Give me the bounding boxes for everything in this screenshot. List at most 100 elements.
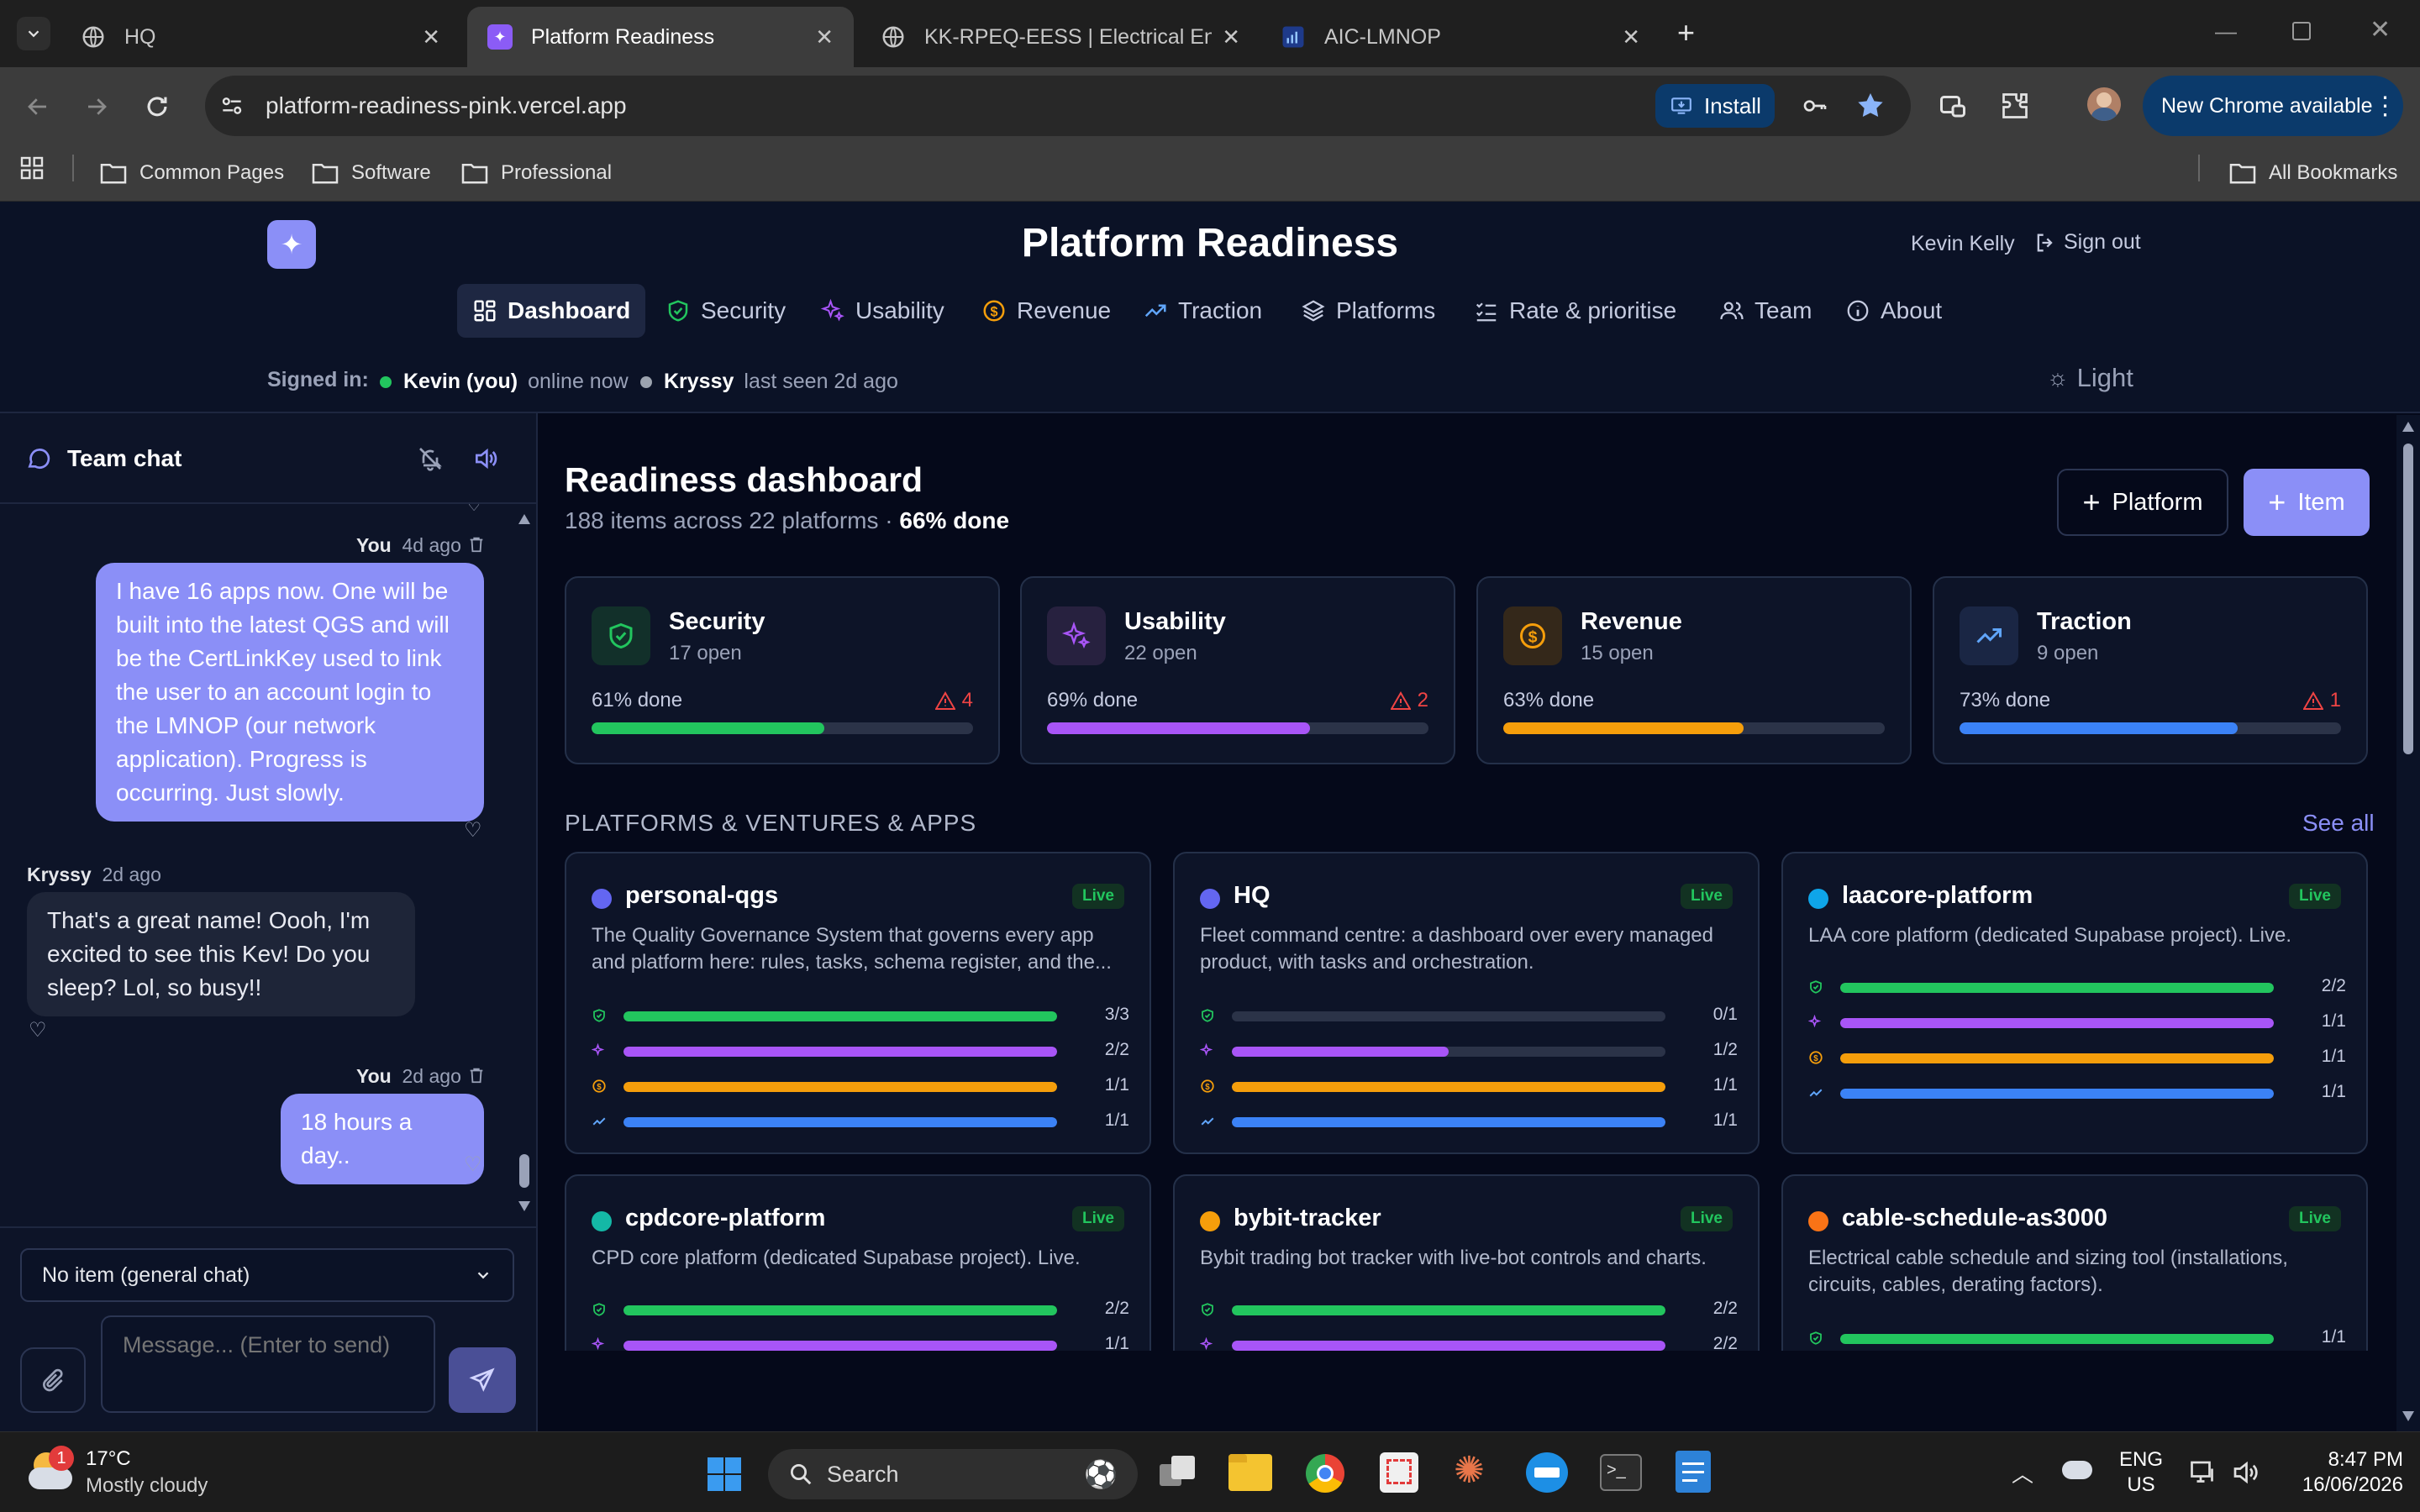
readiness-row: 1/1: [1808, 1326, 2346, 1351]
readiness-value: 1/1: [1104, 1110, 1129, 1130]
readiness-bar: [1232, 1376, 1665, 1386]
attach-button[interactable]: [20, 1347, 86, 1413]
platform-name: HQ: [1234, 882, 1270, 909]
readiness-bar-fill: [1232, 1341, 1665, 1351]
platform-name: bybit-tracker: [1234, 1205, 1381, 1231]
chevron-up-icon[interactable]: ︿: [2012, 1457, 2033, 1488]
readiness-bar-fill: [623, 1117, 1057, 1127]
shield-check-icon: [1200, 1302, 1215, 1317]
platform-status-dot: [1808, 1211, 1828, 1231]
platform-name: cable-schedule-as3000: [1842, 1205, 2107, 1231]
claude-icon[interactable]: ✺: [1454, 1449, 1485, 1492]
notepad-icon[interactable]: [1676, 1451, 1711, 1493]
readiness-bar-fill: [1232, 1411, 1665, 1421]
readiness-row: 2/2: [1808, 974, 2346, 1000]
readiness-bar: [623, 1047, 1057, 1057]
language-indicator[interactable]: ENG US: [2119, 1447, 2163, 1498]
shield-check-icon: [1808, 979, 1823, 995]
readiness-row: 3/3: [592, 1003, 1129, 1028]
platform-grid: personal-qgs Live The Quality Governance S…: [0, 0, 2396, 1424]
readiness-value: 2/2: [1104, 1299, 1129, 1318]
readiness-bar-fill: [1232, 1117, 1665, 1127]
platform-card-cable-schedule-as3000[interactable]: cable-schedule-as3000 Live Electrical cabl…: [1781, 1174, 2368, 1415]
terminal-icon[interactable]: >_: [1600, 1454, 1642, 1491]
platform-card-bybit-tracker[interactable]: bybit-tracker Live Bybit trading bot track…: [1173, 1174, 1760, 1424]
readiness-row: $1/1: [592, 1368, 1129, 1393]
readiness-bar: [623, 1117, 1057, 1127]
platform-status-dot: [1200, 889, 1220, 909]
live-badge: Live: [1680, 1206, 1733, 1231]
live-badge: Live: [1680, 884, 1733, 909]
svg-text:$: $: [597, 1377, 602, 1386]
readiness-bar-fill: [623, 1082, 1057, 1092]
svg-text:$: $: [1205, 1377, 1210, 1386]
live-badge: Live: [1071, 884, 1124, 909]
readiness-value: 2/2: [1712, 1334, 1738, 1353]
sparkles-icon: [1200, 1337, 1215, 1351]
readiness-value: 1/1: [1712, 1404, 1738, 1424]
onedrive-cloud-icon[interactable]: [2062, 1461, 2092, 1479]
readiness-bar: [1232, 1047, 1665, 1057]
platform-description: Fleet command centre: a dashboard over e…: [1200, 924, 1714, 974]
paperclip-icon: [43, 1368, 63, 1392]
readiness-bar: [1232, 1411, 1665, 1421]
live-badge: Live: [2288, 884, 2341, 909]
docker-icon[interactable]: [1526, 1452, 1568, 1493]
scroll-thumb[interactable]: [2403, 444, 2413, 754]
platform-description: The Quality Governance System that gover…: [592, 924, 1112, 974]
readiness-bar-fill: [623, 1341, 1057, 1351]
readiness-bar: [623, 1376, 1057, 1386]
task-view-icon[interactable]: [1160, 1456, 1197, 1489]
readiness-row: $1/1: [1200, 1074, 1738, 1099]
readiness-bar: [1840, 1018, 2274, 1028]
readiness-value: 2/2: [1712, 1369, 1738, 1389]
shield-check-icon: [592, 1008, 607, 1023]
readiness-value: 2/2: [1712, 1299, 1738, 1318]
trending-up-icon: [1200, 1114, 1215, 1129]
speaker-icon[interactable]: [2230, 1457, 2260, 1488]
platform-card-personal-qgs[interactable]: personal-qgs Live The Quality Governance S…: [565, 852, 1151, 1154]
main-scrollbar[interactable]: [2396, 415, 2420, 1431]
shield-check-icon: [1808, 1331, 1823, 1346]
send-button[interactable]: [449, 1347, 516, 1413]
platform-card-HQ[interactable]: HQ Live Fleet command centre: a dashboard …: [1173, 852, 1760, 1154]
readiness-bar: [1840, 1369, 2274, 1379]
live-badge: Live: [2288, 1206, 2341, 1231]
dollar-circle-icon: $: [1808, 1050, 1823, 1065]
file-explorer-icon[interactable]: [1228, 1454, 1272, 1491]
readiness-value: 1/1: [2321, 1327, 2346, 1347]
platform-card-cpdcore-platform[interactable]: cpdcore-platform Live CPD core platform (d…: [565, 1174, 1151, 1393]
trending-up-icon: [592, 1114, 607, 1129]
scroll-up-arrow[interactable]: [2402, 422, 2414, 432]
dollar-circle-icon: $: [1200, 1079, 1215, 1094]
taskbar-search[interactable]: Search ⚽: [768, 1449, 1138, 1499]
snipping-tool-icon[interactable]: [1380, 1452, 1418, 1493]
readiness-value: 1/1: [2321, 1047, 2346, 1066]
readiness-bar: [623, 1011, 1057, 1021]
readiness-row: $2/2: [1200, 1368, 1738, 1393]
weather-badge: 1: [49, 1446, 74, 1471]
platform-card-laacore-platform[interactable]: laacore-platform Live LAA core platform (d…: [1781, 852, 2368, 1154]
weather-cloud-icon[interactable]: 1: [25, 1446, 74, 1493]
readiness-value: 1/2: [2321, 1362, 2346, 1382]
readiness-row: 1/1: [1200, 1109, 1738, 1134]
scroll-down-arrow[interactable]: [2402, 1411, 2414, 1421]
chrome-icon[interactable]: [1306, 1454, 1344, 1493]
readiness-bar-fill: [623, 1305, 1057, 1315]
svg-text:$: $: [1813, 1405, 1818, 1415]
weather-text: Mostly cloudy: [86, 1474, 208, 1497]
windows-start-icon[interactable]: [704, 1454, 744, 1494]
platform-name: personal-qgs: [625, 882, 779, 909]
readiness-bar: [1840, 1053, 2274, 1063]
readiness-value: 3/3: [1104, 1005, 1129, 1024]
readiness-value: 1/1: [2321, 1082, 2346, 1101]
platform-description: CPD core platform (dedicated Supabase pr…: [592, 1247, 1081, 1269]
soccer-ball-icon: ⚽: [1084, 1459, 1118, 1489]
readiness-row: $1/1: [592, 1074, 1129, 1099]
readiness-value: 1/1: [2321, 1011, 2346, 1031]
readiness-bar-fill: [1232, 1082, 1665, 1092]
network-monitor-icon[interactable]: [2188, 1457, 2218, 1488]
platform-status-dot: [1808, 889, 1828, 909]
readiness-bar: [1232, 1082, 1665, 1092]
clock[interactable]: 8:47 PM 16/06/2026: [2277, 1447, 2403, 1498]
